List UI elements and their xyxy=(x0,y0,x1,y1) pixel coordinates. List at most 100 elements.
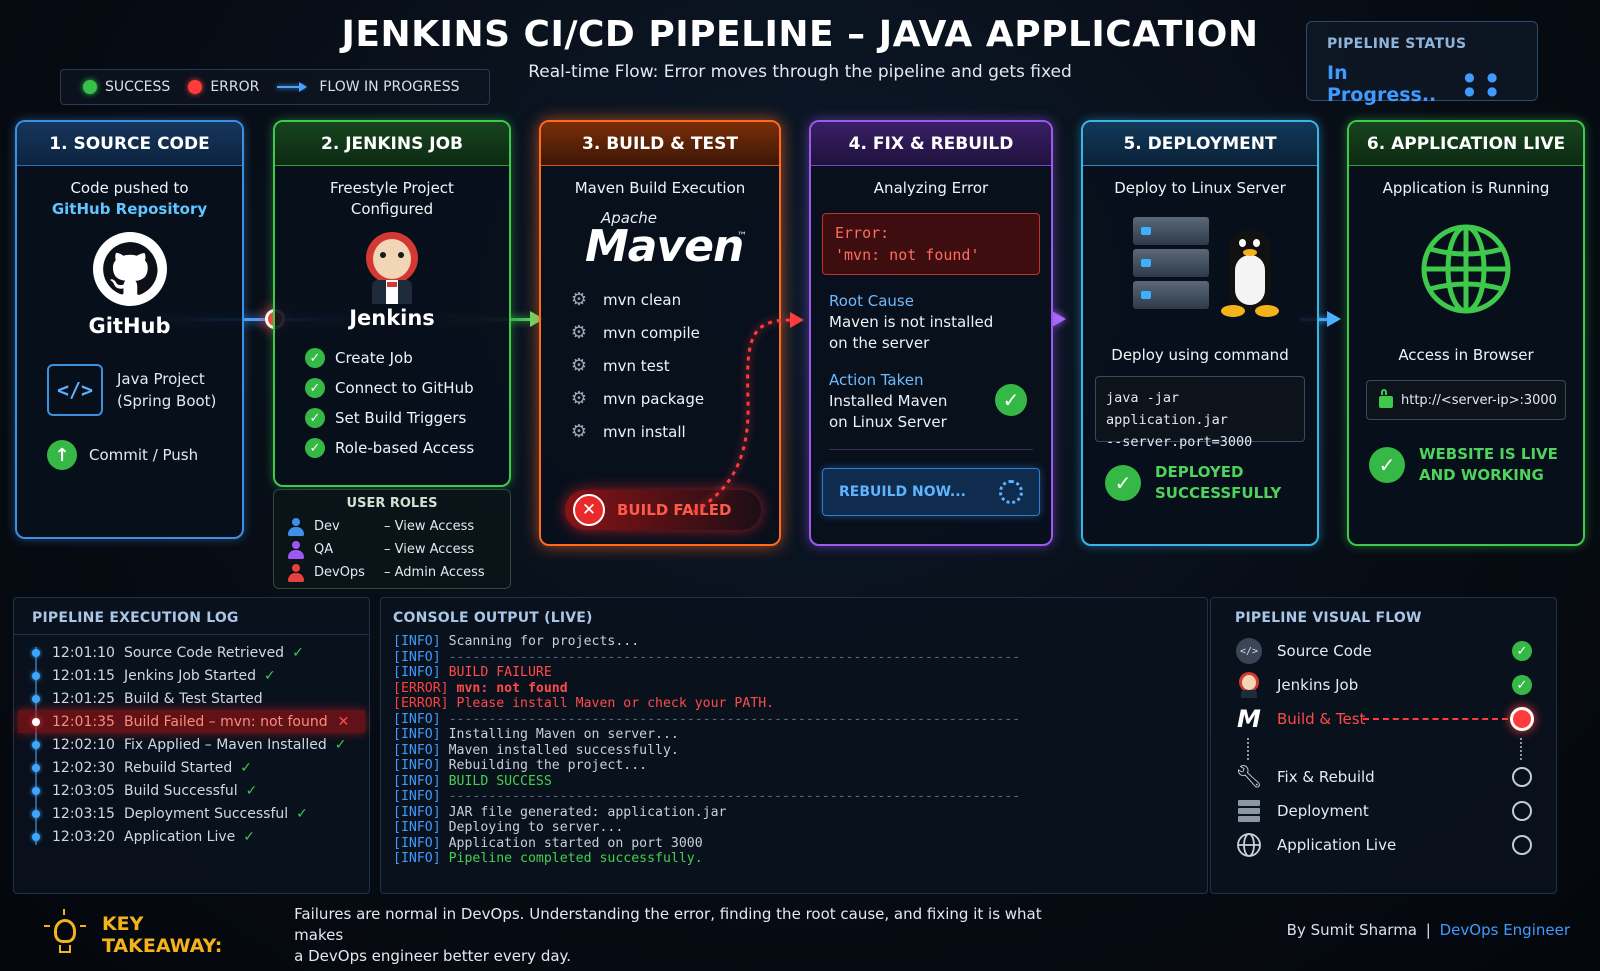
console-line: [ERROR] mvn: not found xyxy=(393,680,568,696)
maven-icon: M xyxy=(1237,705,1261,733)
pending-circle-icon xyxy=(1512,835,1532,855)
console-line: [INFO] Scanning for projects... xyxy=(393,634,640,649)
role-row: Dev – View Access xyxy=(288,515,496,538)
check-icon: ✓ xyxy=(995,384,1027,416)
timeline-dot-icon xyxy=(32,809,40,818)
flow-item: </> Source Code ✓ xyxy=(1235,634,1532,668)
x-icon: ✕ xyxy=(337,713,350,730)
flow-item: Jenkins Job ✓ xyxy=(1235,668,1532,702)
stage-jenkins-job: 2. JENKINS JOB Freestyle Project Configu… xyxy=(273,120,511,487)
stage-title: 2. JENKINS JOB xyxy=(275,122,509,166)
gear-icon: ⚙ xyxy=(570,388,588,409)
console-line: [INFO] BUILD SUCCESS xyxy=(393,773,552,789)
list-item: ✓ Set Build Triggers xyxy=(305,408,509,428)
author-credit: By Sumit Sharma | DevOps Engineer xyxy=(1286,921,1570,939)
check-icon: ✓ xyxy=(305,408,325,428)
stage-fix-rebuild: 4. FIX & REBUILD Analyzing Error Error: … xyxy=(809,120,1053,546)
arrow-right-icon xyxy=(1052,311,1066,327)
code-icon: </> xyxy=(47,364,103,416)
role-row: DevOps – Admin Access xyxy=(288,561,496,584)
stage-source-code: 1. SOURCE CODE Code pushed to GitHub Rep… xyxy=(15,120,244,539)
list-item: ✓ Connect to GitHub xyxy=(305,378,509,398)
role-row: QA – View Access xyxy=(288,538,496,561)
console-line: [INFO] ---------------------------------… xyxy=(393,711,1021,727)
legend-flow: FLOW IN PROGRESS xyxy=(277,79,459,95)
gear-icon: ⚙ xyxy=(570,289,588,310)
timeline-dot-icon xyxy=(32,740,40,749)
console-line: [ERROR] Please install Maven or check yo… xyxy=(393,696,775,711)
check-icon: ✓ xyxy=(1369,447,1405,483)
stage-title: 4. FIX & REBUILD xyxy=(811,122,1051,166)
status-value: In Progress.. xyxy=(1327,62,1437,106)
error-path-line xyxy=(693,312,804,514)
stage-title: 3. BUILD & TEST xyxy=(541,122,779,166)
timeline-dot-icon xyxy=(32,832,40,841)
check-icon: ✓ xyxy=(305,438,325,458)
stage-deployment: 5. DEPLOYMENT Deploy to Linux Server Dep… xyxy=(1081,120,1319,546)
console-output-panel: CONSOLE OUTPUT (LIVE) [INFO] Scanning fo… xyxy=(380,597,1208,894)
execution-log-panel: PIPELINE EXECUTION LOG 12:01:10 Source Co… xyxy=(13,597,370,894)
list-item: ✓ Create Job xyxy=(305,348,509,368)
legend: SUCCESS ERROR FLOW IN PROGRESS xyxy=(60,69,490,105)
log-row: 12:01:25 Build & Test Started xyxy=(32,687,351,710)
globe-icon xyxy=(1235,831,1263,859)
flow-item: Application Live xyxy=(1235,828,1532,862)
check-icon: ✓ xyxy=(292,644,304,661)
check-icon: ✓ xyxy=(245,782,258,799)
pipeline-status: PIPELINE STATUS In Progress.. ● ● ● ● xyxy=(1306,21,1538,106)
log-row: 12:03:20 Application Live ✓ xyxy=(32,825,351,848)
deploy-command: java -jar application.jar --server.port=… xyxy=(1095,376,1305,450)
flow-item: 🔧︎ Fix & Rebuild xyxy=(1235,760,1532,794)
legend-error: ERROR xyxy=(188,79,259,95)
log-row: 12:02:10 Fix Applied – Maven Installed ✓ xyxy=(32,733,351,756)
lightbulb-icon xyxy=(44,909,86,957)
success-dot-icon xyxy=(83,80,97,94)
jenkins-icon xyxy=(1235,671,1263,699)
github-label: GitHub xyxy=(88,314,171,338)
console-line: [INFO] ---------------------------------… xyxy=(393,789,1021,804)
spinner-icon xyxy=(999,480,1023,504)
linux-penguin-icon xyxy=(1217,229,1283,319)
log-row: 12:01:35 Build Failed – mvn: not found ✕ xyxy=(18,710,365,733)
timeline-dot-icon xyxy=(32,786,40,795)
stage-title: 1. SOURCE CODE xyxy=(17,122,242,166)
user-icon xyxy=(288,540,304,559)
error-pulse-icon xyxy=(1510,707,1534,731)
gear-icon: ⚙ xyxy=(570,322,588,343)
check-icon: ✓ xyxy=(243,828,255,845)
check-icon: ✓ xyxy=(1105,465,1141,501)
check-icon: ✓ xyxy=(263,667,276,684)
code-icon: </> xyxy=(1235,637,1263,665)
timeline-dot-icon xyxy=(32,763,40,772)
browser-url-bar[interactable]: http://<server-ip>:3000 xyxy=(1366,380,1566,420)
key-takeaway: KEY TAKEAWAY: Failures are normal in Dev… xyxy=(44,905,1094,965)
timeline-dot-icon xyxy=(32,694,40,703)
check-icon: ✓ xyxy=(305,378,325,398)
github-icon xyxy=(92,232,167,306)
arrow-up-icon: ↑ xyxy=(47,440,77,470)
server-icon xyxy=(1133,217,1209,309)
timeline-dot-icon xyxy=(32,717,40,726)
maven-logo: Apache Maven ™ xyxy=(585,209,747,272)
rebuild-now-button[interactable]: REBUILD NOW... xyxy=(822,468,1040,516)
error-box: Error: 'mvn: not found' xyxy=(822,213,1040,275)
stage-title: 5. DEPLOYMENT xyxy=(1083,122,1317,166)
user-icon xyxy=(288,517,304,536)
arrow-right-icon xyxy=(277,82,308,92)
console-line: [INFO] Installing Maven on server... xyxy=(393,727,679,742)
user-roles: USER ROLES Dev – View Access QA – View Acce… xyxy=(273,489,511,589)
list-item: ✓ Role-based Access xyxy=(305,438,509,458)
pending-circle-icon xyxy=(1512,767,1532,787)
check-icon: ✓ xyxy=(1512,641,1532,661)
flow-connector xyxy=(1247,738,1249,760)
check-icon: ✓ xyxy=(334,736,347,753)
x-circle-icon: ✕ xyxy=(573,494,605,526)
visual-flow-panel: PIPELINE VISUAL FLOW </> Source Code ✓ Jenk… xyxy=(1210,597,1557,894)
console-line: [INFO] Deploying to server... xyxy=(393,820,624,835)
console-line: [INFO] BUILD FAILURE xyxy=(393,665,552,680)
flow-connector xyxy=(1520,738,1522,760)
console-line: [INFO] JAR file generated: application.j… xyxy=(393,804,727,820)
console-line: [INFO] Rebuilding the project... xyxy=(393,758,648,773)
console-line: [INFO] ---------------------------------… xyxy=(393,649,1021,665)
error-path-line xyxy=(1363,718,1508,720)
